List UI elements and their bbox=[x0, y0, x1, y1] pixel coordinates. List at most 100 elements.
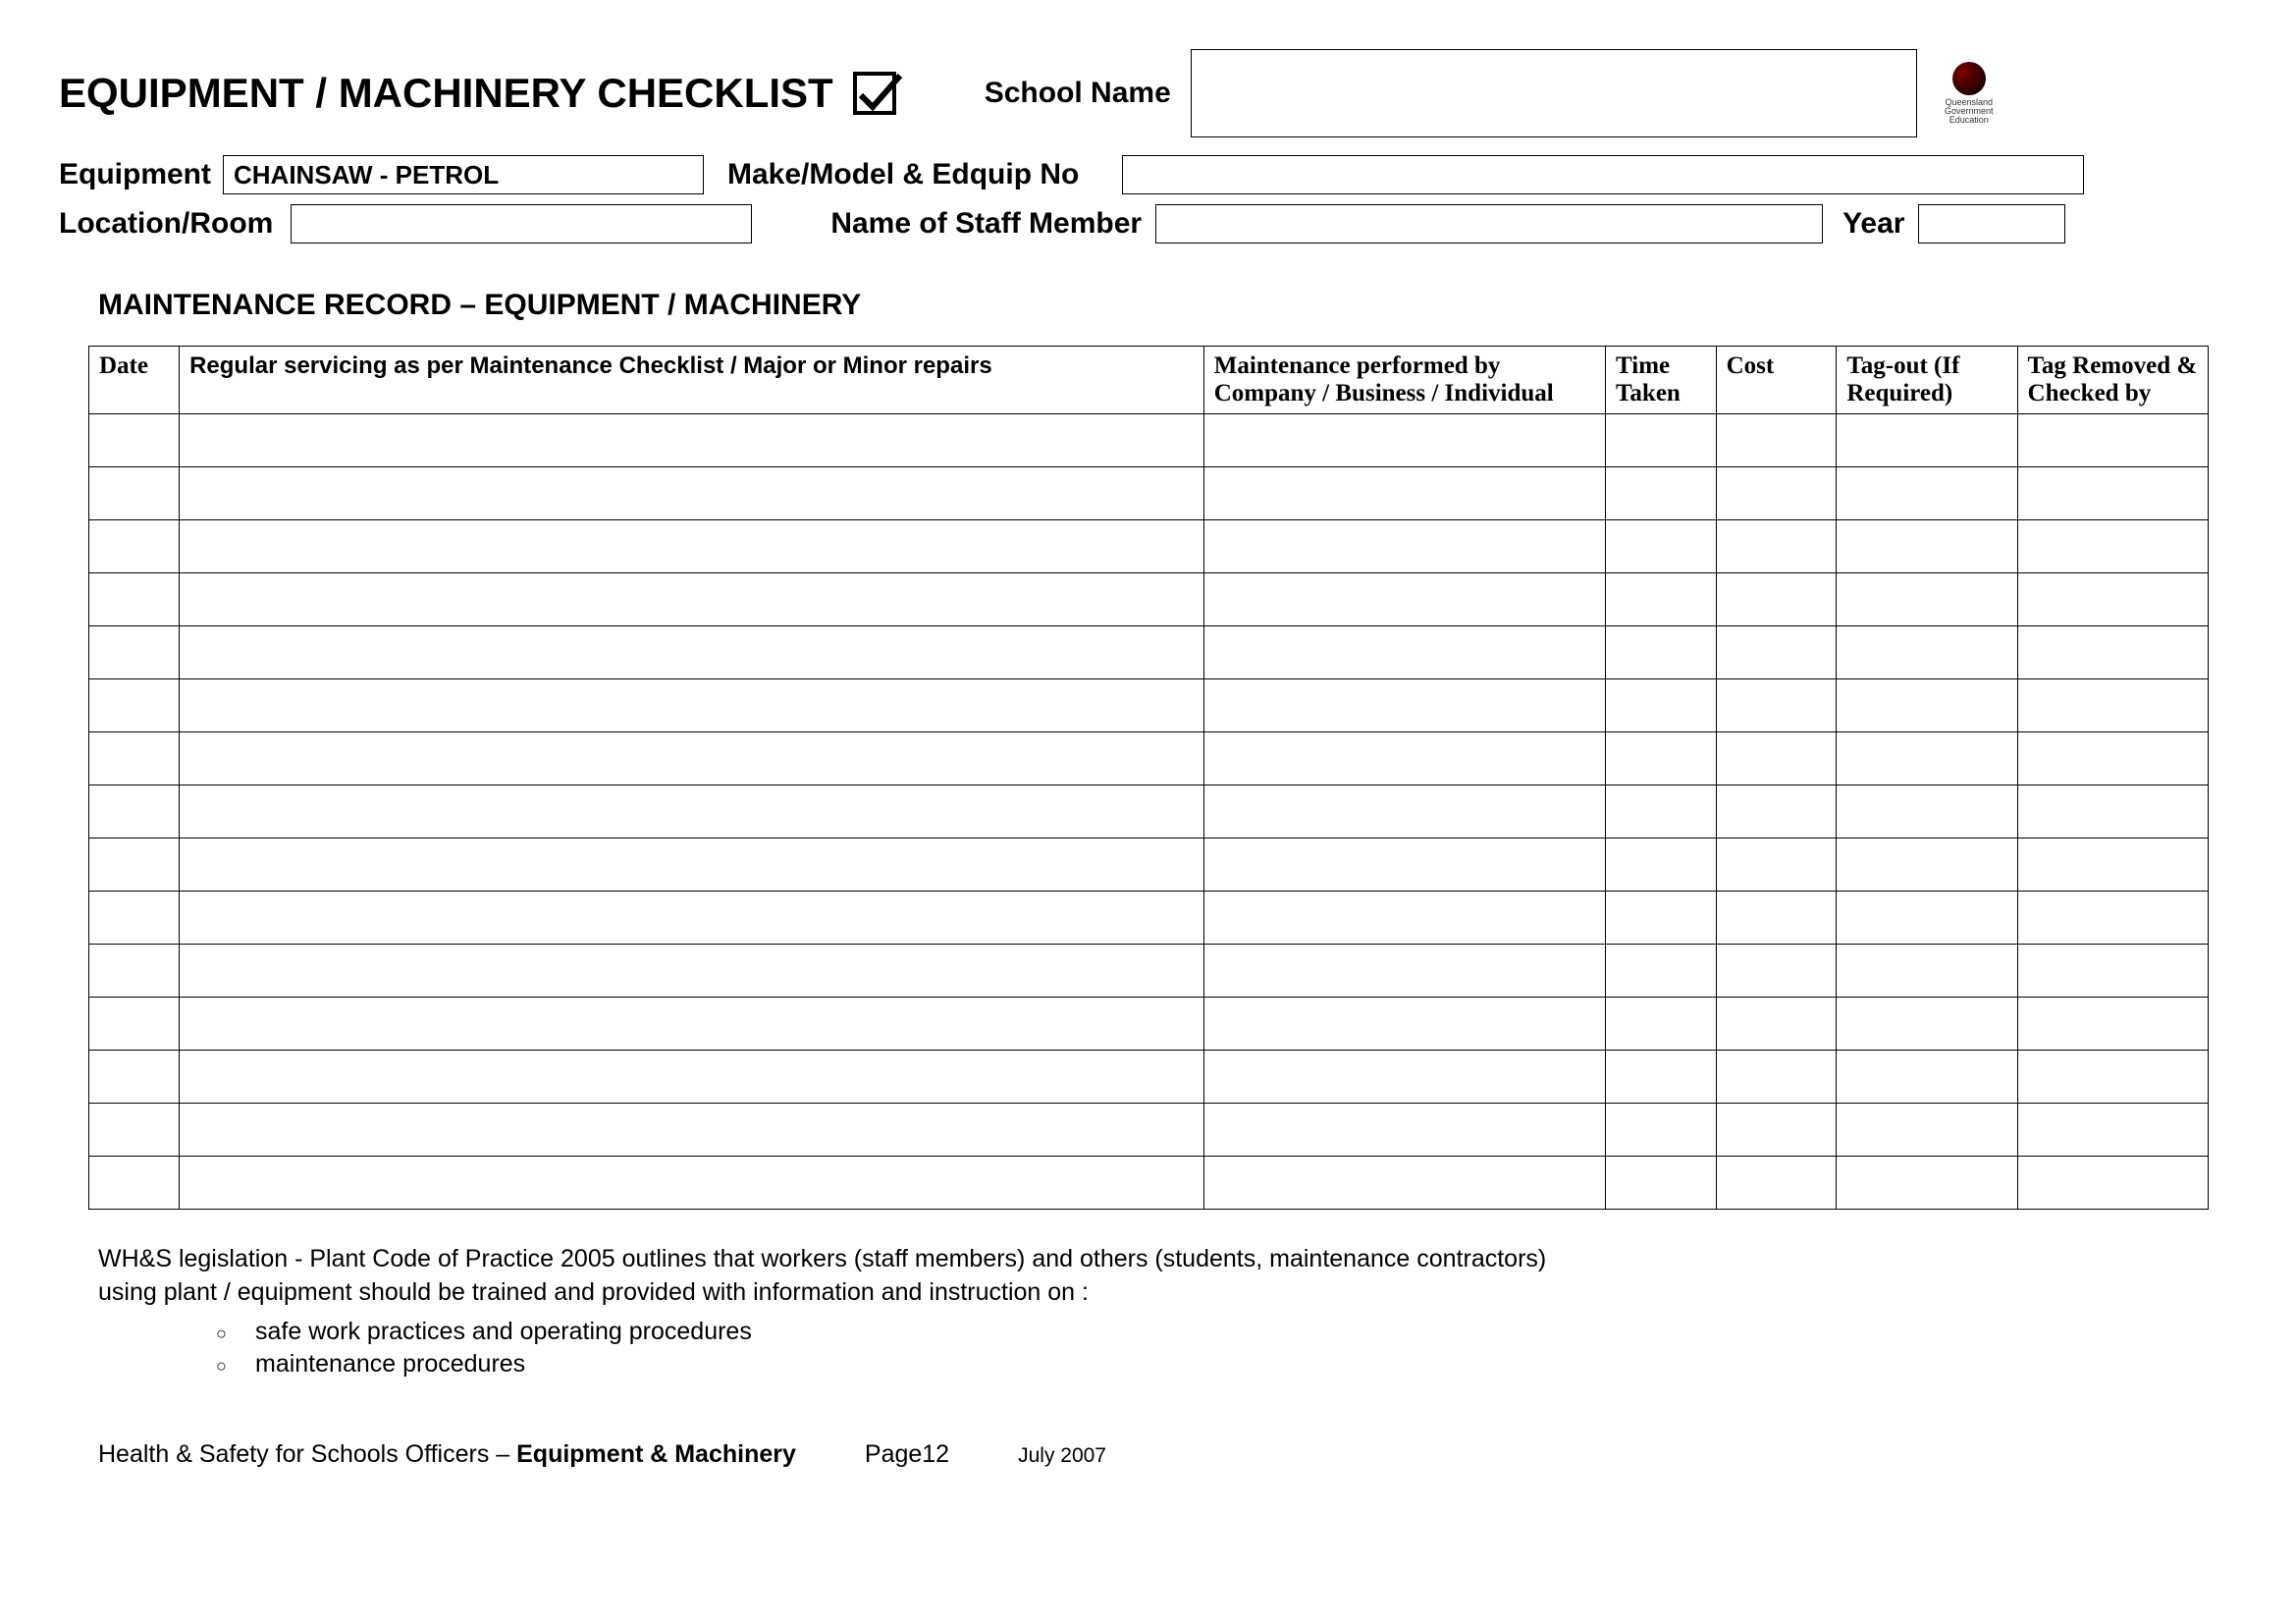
table-cell[interactable] bbox=[180, 892, 1204, 945]
table-cell[interactable] bbox=[2017, 520, 2208, 573]
table-cell[interactable] bbox=[1606, 998, 1717, 1051]
table-cell[interactable] bbox=[1203, 839, 1605, 892]
table-cell[interactable] bbox=[1837, 839, 2017, 892]
table-cell[interactable] bbox=[1716, 1157, 1837, 1210]
table-cell[interactable] bbox=[180, 414, 1204, 467]
table-cell[interactable] bbox=[1606, 892, 1717, 945]
table-cell[interactable] bbox=[1203, 785, 1605, 839]
table-cell[interactable] bbox=[89, 414, 180, 467]
table-cell[interactable] bbox=[1837, 467, 2017, 520]
table-cell[interactable] bbox=[180, 945, 1204, 998]
table-cell[interactable] bbox=[2017, 414, 2208, 467]
table-cell[interactable] bbox=[1203, 573, 1605, 626]
table-cell[interactable] bbox=[1203, 414, 1605, 467]
make-model-input[interactable] bbox=[1122, 155, 2084, 194]
table-cell[interactable] bbox=[1716, 945, 1837, 998]
location-room-input[interactable] bbox=[291, 204, 752, 243]
table-cell[interactable] bbox=[2017, 1051, 2208, 1104]
table-cell[interactable] bbox=[180, 839, 1204, 892]
table-cell[interactable] bbox=[1716, 414, 1837, 467]
table-cell[interactable] bbox=[1837, 1104, 2017, 1157]
table-cell[interactable] bbox=[2017, 998, 2208, 1051]
table-cell[interactable] bbox=[180, 520, 1204, 573]
table-cell[interactable] bbox=[1606, 626, 1717, 679]
table-cell[interactable] bbox=[2017, 626, 2208, 679]
table-cell[interactable] bbox=[1606, 1051, 1717, 1104]
table-cell[interactable] bbox=[1203, 520, 1605, 573]
table-cell[interactable] bbox=[89, 520, 180, 573]
table-cell[interactable] bbox=[1203, 626, 1605, 679]
table-cell[interactable] bbox=[1837, 520, 2017, 573]
table-cell[interactable] bbox=[1606, 945, 1717, 998]
table-cell[interactable] bbox=[1606, 679, 1717, 732]
table-cell[interactable] bbox=[1606, 414, 1717, 467]
table-cell[interactable] bbox=[1606, 1104, 1717, 1157]
table-cell[interactable] bbox=[1716, 785, 1837, 839]
table-cell[interactable] bbox=[2017, 679, 2208, 732]
table-cell[interactable] bbox=[1716, 892, 1837, 945]
table-cell[interactable] bbox=[1837, 1051, 2017, 1104]
table-cell[interactable] bbox=[89, 679, 180, 732]
table-cell[interactable] bbox=[1837, 892, 2017, 945]
year-input[interactable] bbox=[1918, 204, 2065, 243]
table-cell[interactable] bbox=[1837, 998, 2017, 1051]
table-cell[interactable] bbox=[1606, 520, 1717, 573]
table-cell[interactable] bbox=[180, 573, 1204, 626]
table-cell[interactable] bbox=[1716, 1051, 1837, 1104]
table-cell[interactable] bbox=[1203, 998, 1605, 1051]
table-cell[interactable] bbox=[89, 839, 180, 892]
table-cell[interactable] bbox=[89, 1157, 180, 1210]
table-cell[interactable] bbox=[180, 998, 1204, 1051]
table-cell[interactable] bbox=[1203, 467, 1605, 520]
table-cell[interactable] bbox=[180, 679, 1204, 732]
table-cell[interactable] bbox=[1203, 1157, 1605, 1210]
table-cell[interactable] bbox=[1203, 732, 1605, 785]
table-cell[interactable] bbox=[1203, 1104, 1605, 1157]
table-cell[interactable] bbox=[1716, 626, 1837, 679]
table-cell[interactable] bbox=[1716, 679, 1837, 732]
table-cell[interactable] bbox=[2017, 892, 2208, 945]
table-cell[interactable] bbox=[180, 626, 1204, 679]
table-cell[interactable] bbox=[180, 467, 1204, 520]
table-cell[interactable] bbox=[2017, 467, 2208, 520]
table-cell[interactable] bbox=[1716, 467, 1837, 520]
table-cell[interactable] bbox=[2017, 573, 2208, 626]
table-cell[interactable] bbox=[1203, 892, 1605, 945]
table-cell[interactable] bbox=[1716, 1104, 1837, 1157]
table-cell[interactable] bbox=[180, 1104, 1204, 1157]
table-cell[interactable] bbox=[1606, 573, 1717, 626]
table-cell[interactable] bbox=[1606, 839, 1717, 892]
equipment-value[interactable]: CHAINSAW - PETROL bbox=[223, 155, 704, 194]
table-cell[interactable] bbox=[1203, 679, 1605, 732]
table-cell[interactable] bbox=[180, 1157, 1204, 1210]
table-cell[interactable] bbox=[1716, 520, 1837, 573]
table-cell[interactable] bbox=[89, 573, 180, 626]
table-cell[interactable] bbox=[1837, 945, 2017, 998]
table-cell[interactable] bbox=[2017, 1104, 2208, 1157]
table-cell[interactable] bbox=[1837, 1157, 2017, 1210]
table-cell[interactable] bbox=[89, 732, 180, 785]
table-cell[interactable] bbox=[1716, 732, 1837, 785]
table-cell[interactable] bbox=[1203, 945, 1605, 998]
table-cell[interactable] bbox=[1606, 1157, 1717, 1210]
table-cell[interactable] bbox=[1837, 626, 2017, 679]
table-cell[interactable] bbox=[89, 1051, 180, 1104]
table-cell[interactable] bbox=[2017, 1157, 2208, 1210]
table-cell[interactable] bbox=[180, 785, 1204, 839]
table-cell[interactable] bbox=[2017, 839, 2208, 892]
table-cell[interactable] bbox=[1837, 573, 2017, 626]
table-cell[interactable] bbox=[89, 1104, 180, 1157]
table-cell[interactable] bbox=[180, 732, 1204, 785]
table-cell[interactable] bbox=[1837, 732, 2017, 785]
table-cell[interactable] bbox=[2017, 785, 2208, 839]
table-cell[interactable] bbox=[89, 892, 180, 945]
table-cell[interactable] bbox=[1716, 839, 1837, 892]
table-cell[interactable] bbox=[89, 998, 180, 1051]
table-cell[interactable] bbox=[89, 945, 180, 998]
table-cell[interactable] bbox=[1606, 732, 1717, 785]
table-cell[interactable] bbox=[2017, 732, 2208, 785]
table-cell[interactable] bbox=[2017, 945, 2208, 998]
table-cell[interactable] bbox=[89, 626, 180, 679]
table-cell[interactable] bbox=[180, 1051, 1204, 1104]
table-cell[interactable] bbox=[1716, 998, 1837, 1051]
